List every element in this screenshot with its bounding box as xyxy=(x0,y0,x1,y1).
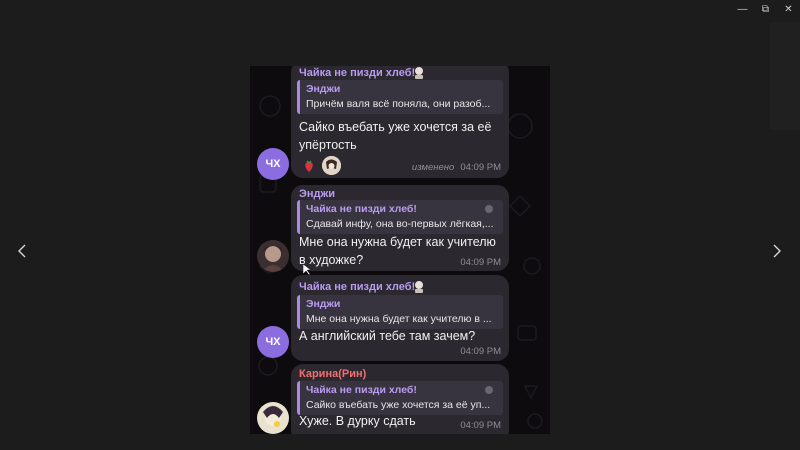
strawberry-icon xyxy=(304,159,313,172)
message-sender: Энджи xyxy=(299,188,336,200)
reaction-strawberry[interactable] xyxy=(299,156,318,175)
minimize-button[interactable]: — xyxy=(731,0,754,18)
previous-button[interactable] xyxy=(12,241,32,261)
message-text-line: упёртость xyxy=(299,138,357,152)
message-bubble[interactable]: Чайка не пизди хлеб! Энджи Причём валя в… xyxy=(291,66,509,178)
quote-sender: Чайка не пизди хлеб! xyxy=(306,384,417,396)
sender-sticker-icon xyxy=(415,67,423,79)
message-text-line: А английский тебе там зачем? xyxy=(299,329,476,343)
avatar[interactable] xyxy=(257,240,289,272)
user-avatar-icon xyxy=(257,240,289,272)
sticker-icon xyxy=(485,205,493,213)
message-sender: Чайка не пизди хлеб! xyxy=(299,67,416,79)
message-meta: изменено 04:09 PM xyxy=(412,162,501,173)
window-controls: — ⧉ ✕ xyxy=(731,0,800,18)
message-text-line: Сайко въебать уже хочется за её xyxy=(299,120,492,134)
restore-icon: ⧉ xyxy=(761,3,770,15)
avatar[interactable]: ЧХ xyxy=(257,326,289,358)
sticker-icon xyxy=(485,386,493,394)
quote-sender: Энджи xyxy=(306,298,341,310)
quote-text: Причём валя всё поняла, они разоб... xyxy=(306,98,491,110)
minimize-icon: — xyxy=(737,3,748,15)
message-text-line: Хуже. В дурку сдать xyxy=(299,414,416,428)
close-icon: ✕ xyxy=(784,3,793,15)
message-bubble[interactable]: Энджи Чайка не пизди хлеб! Сдавай инфу, … xyxy=(291,185,509,271)
message-sender: Карина(Рин) xyxy=(299,368,367,380)
message-bubble[interactable]: Карина(Рин) Чайка не пизди хлеб! Сайко в… xyxy=(291,364,509,434)
avatar[interactable] xyxy=(257,402,289,434)
quote-sender: Чайка не пизди хлеб! xyxy=(306,203,417,215)
scrollbar[interactable] xyxy=(770,22,800,130)
sender-sticker-icon xyxy=(415,281,423,293)
message-time: 04:09 PM xyxy=(460,420,501,431)
quote-text: Сайко въебать уже хочется за её уп... xyxy=(306,399,491,411)
avatar[interactable]: ЧХ xyxy=(257,148,289,180)
edited-label: изменено xyxy=(411,162,455,173)
quote-sender: Энджи xyxy=(306,83,341,95)
message-bubble[interactable]: Чайка не пизди хлеб! Энджи Мне она нужна… xyxy=(291,275,509,361)
message-time: 04:09 PM xyxy=(460,257,501,268)
message-sender: Чайка не пизди хлеб! xyxy=(299,281,416,293)
user-avatar-icon xyxy=(322,156,341,175)
reply-quote[interactable]: Энджи Причём валя всё поняла, они разоб.… xyxy=(297,80,503,114)
reply-quote[interactable]: Чайка не пизди хлеб! Сдавай инфу, она во… xyxy=(297,200,503,234)
next-button[interactable] xyxy=(767,241,787,261)
quote-text: Мне она нужна будет как учителю в ... xyxy=(306,313,492,325)
mouse-cursor-icon xyxy=(303,264,311,276)
message-text-line: Мне она нужна будет как учителю xyxy=(299,235,496,249)
restore-button[interactable]: ⧉ xyxy=(754,0,777,18)
chevron-left-icon xyxy=(18,244,26,258)
quote-text: Сдавай инфу, она во-первых лёгкая,... xyxy=(306,218,494,230)
image-viewer: Чайка не пизди хлеб! Энджи Причём валя в… xyxy=(250,66,550,434)
reactions xyxy=(299,156,341,175)
reply-quote[interactable]: Чайка не пизди хлеб! Сайко въебать уже х… xyxy=(297,381,503,415)
message-time: 04:09 PM xyxy=(460,346,501,357)
close-button[interactable]: ✕ xyxy=(777,0,800,18)
user-avatar-icon xyxy=(257,402,289,434)
reaction-user-avatar[interactable] xyxy=(322,156,341,175)
reply-quote[interactable]: Энджи Мне она нужна будет как учителю в … xyxy=(297,295,503,329)
message-time: 04:09 PM xyxy=(460,162,501,173)
chevron-right-icon xyxy=(773,244,781,258)
